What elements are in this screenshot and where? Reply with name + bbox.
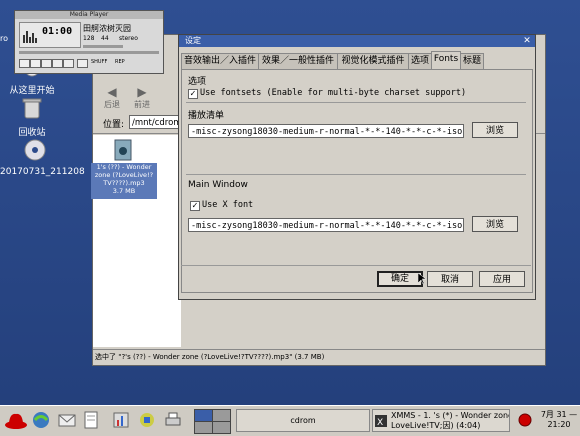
use-fontsets-checkbox[interactable]: ✓ — [188, 89, 198, 99]
play-button[interactable] — [30, 59, 41, 68]
media-player-display: 01:00 — [19, 22, 81, 48]
cancel-button[interactable]: 取消 — [427, 271, 473, 287]
impress-icon[interactable] — [112, 411, 130, 429]
redhat-menu-icon[interactable] — [4, 409, 28, 431]
spectrum-analyzer-icon — [23, 31, 37, 43]
tab-io-plugins[interactable]: 音效输出／入插件 — [181, 53, 259, 69]
mouse-cursor-icon — [418, 273, 426, 285]
mp3-file-icon — [113, 139, 133, 161]
workspace-3[interactable] — [194, 421, 213, 434]
kbps-value: 128 — [83, 35, 95, 42]
seek-bar[interactable] — [19, 51, 159, 54]
back-arrow-icon: ◀ — [107, 85, 117, 99]
playlist-divider — [186, 174, 526, 175]
task-xmms-line1: XMMS - 1. 's (*) - Wonder zone ( — [391, 411, 510, 420]
task-xmms-line2: LoveLive!TV;因) (4:04) — [391, 421, 481, 430]
main-window-font-input[interactable]: -misc-zysong18030-medium-r-normal-*-*-14… — [188, 218, 464, 232]
forward-arrow-icon: ▶ — [137, 85, 147, 99]
taskbar: cdrom X XMMS - 1. 's (*) - Wonder zone (… — [0, 405, 580, 436]
clock[interactable]: 7月 31 — 21:20 — [540, 410, 578, 430]
svg-text:X: X — [377, 418, 383, 427]
forward-button[interactable]: ▶ 前进 — [129, 85, 155, 110]
task-cdrom-label: cdrom — [290, 416, 316, 425]
main-window-browse-button[interactable]: 浏览 — [472, 216, 518, 232]
cd-icon — [24, 139, 46, 161]
tab-fonts[interactable]: Fonts — [431, 51, 461, 69]
tab-title[interactable]: 标题 — [460, 53, 484, 69]
draw-icon[interactable] — [138, 411, 156, 429]
fonts-panel: 选项 ✓ Use fontsets (Enable for multi-byte… — [181, 69, 533, 293]
forward-label: 前进 — [134, 100, 150, 109]
khz-value: 44 — [101, 35, 109, 42]
file-name: 1's (??) - Wonder zone (?LoveLive!?TV???… — [94, 163, 154, 187]
previous-button[interactable] — [19, 59, 30, 68]
media-player-window: Media Player 01:00 田舸浓树灭园 128 44 stereo … — [14, 10, 164, 74]
settings-dialog: 设定 ✕ 音效输出／入插件 效果／一般性插件 视觉化模式插件 选项 Fonts … — [178, 34, 536, 300]
location-label: 位置: — [103, 120, 125, 130]
volume-slider[interactable] — [83, 45, 123, 48]
back-label: 后退 — [104, 100, 120, 109]
use-fontsets-label: Use fontsets (Enable for multi-byte char… — [200, 88, 467, 98]
tab-visualization-plugins[interactable]: 视觉化模式插件 — [337, 53, 409, 69]
main-window-group-title: Main Window — [188, 180, 248, 190]
use-xfont-label: Use X font — [202, 200, 254, 210]
repeat-toggle[interactable]: REP — [115, 59, 125, 65]
workspace-pager[interactable] — [194, 409, 231, 434]
next-button[interactable] — [63, 59, 74, 68]
taskbar-task-xmms[interactable]: X XMMS - 1. 's (*) - Wonder zone ( LoveL… — [372, 409, 510, 432]
status-bar: 选中了 "?'s (??) - Wonder zone (?LoveLive!?… — [93, 349, 545, 363]
xmms-icon: X — [375, 415, 387, 427]
taskbar-task-cdrom[interactable]: cdrom — [236, 409, 370, 432]
options-divider — [186, 102, 526, 103]
workspace-4[interactable] — [212, 421, 231, 434]
browser-icon[interactable] — [32, 411, 50, 429]
playback-time: 01:00 — [42, 26, 73, 37]
selected-file-item[interactable]: 1's (??) - Wonder zone (?LoveLive!?TV???… — [91, 163, 157, 199]
apply-button[interactable]: 应用 — [479, 271, 525, 287]
ok-button[interactable]: 确定 — [377, 271, 423, 287]
update-alert-icon[interactable] — [518, 413, 532, 427]
tab-options[interactable]: 选项 — [408, 53, 432, 69]
pause-button[interactable] — [41, 59, 52, 68]
back-button[interactable]: ◀ 后退 — [99, 85, 125, 110]
playlist-browse-button[interactable]: 浏览 — [472, 122, 518, 138]
stop-button[interactable] — [52, 59, 63, 68]
track-title: 田舸浓树灭园 — [83, 24, 131, 33]
clock-date: 7月 31 — — [540, 410, 578, 419]
stereo-indicator: stereo — [119, 35, 138, 42]
options-group-title: 选项 — [188, 77, 207, 87]
cd-label: 20170731_211208 — [0, 167, 85, 177]
desktop-icon-cd[interactable]: 20170731_211208 — [0, 138, 85, 177]
dialog-title[interactable]: 设定 — [179, 35, 535, 47]
writer-icon[interactable] — [82, 411, 100, 429]
use-xfont-checkbox[interactable]: ✓ — [190, 201, 200, 211]
clock-time: 21:20 — [547, 420, 571, 429]
desktop-icon-trash[interactable]: 回收站 — [0, 96, 64, 138]
shuffle-toggle[interactable]: SHUFF — [91, 59, 107, 65]
eject-button[interactable] — [77, 59, 88, 68]
close-icon[interactable]: ✕ — [522, 36, 532, 46]
media-player-title[interactable]: Media Player — [15, 11, 163, 19]
trash-label: 回收站 — [18, 128, 46, 138]
start-here-label: 从这里开始 — [9, 86, 55, 96]
playlist-font-input[interactable]: -misc-zysong18030-medium-r-normal-*-*-14… — [188, 124, 464, 138]
button-row-divider — [181, 265, 531, 266]
file-size: 3.7 MB — [112, 187, 136, 195]
playlist-group-title: 播放清单 — [188, 111, 225, 121]
printer-icon[interactable] — [164, 411, 182, 429]
mail-icon[interactable] — [58, 411, 76, 429]
tab-effects-plugins[interactable]: 效果／一般性插件 — [258, 53, 338, 69]
trash-icon — [22, 98, 42, 119]
